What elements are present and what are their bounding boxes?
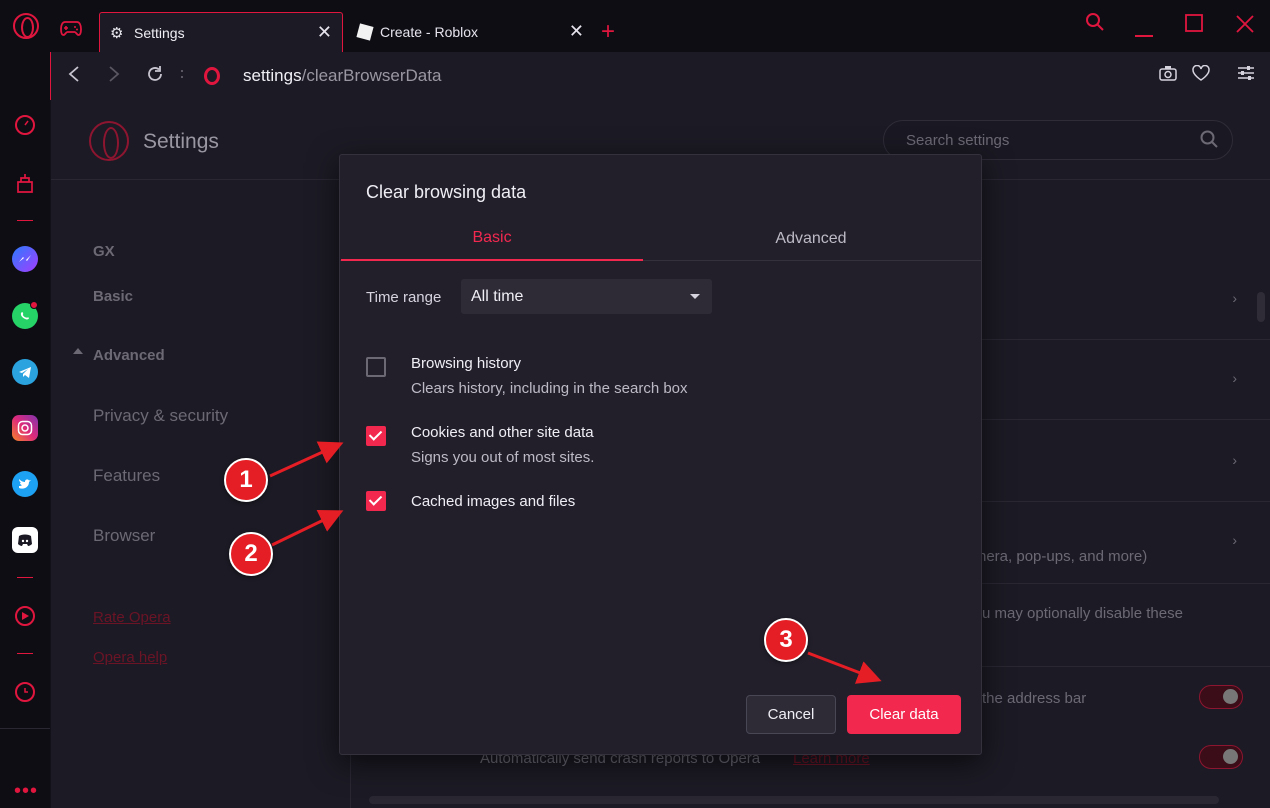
cookies-checkbox[interactable] (366, 426, 386, 446)
speed-dial-icon[interactable] (15, 115, 35, 135)
instagram-icon[interactable] (12, 415, 38, 441)
option-subtitle: Signs you out of most sites. (411, 449, 595, 466)
time-range-select[interactable]: All time (461, 279, 712, 314)
telegram-icon[interactable] (12, 359, 38, 385)
horizontal-scrollbar[interactable] (369, 796, 1219, 804)
clear-data-button[interactable]: Clear data (847, 695, 961, 734)
player-icon[interactable] (15, 606, 35, 626)
gx-corner-icon[interactable] (12, 170, 38, 196)
opera-url-icon (204, 67, 220, 85)
heart-icon[interactable] (1192, 64, 1210, 86)
back-icon[interactable] (67, 64, 81, 90)
search-input[interactable] (906, 132, 1186, 149)
option-title: Cookies and other site data (411, 424, 594, 441)
nav-gx[interactable]: GX (93, 243, 115, 260)
cached-images-checkbox[interactable] (366, 491, 386, 511)
search-icon (1200, 130, 1218, 153)
reload-icon[interactable] (145, 64, 165, 90)
page-title: Settings (143, 130, 219, 153)
toggle-switch[interactable] (1199, 745, 1243, 769)
scrollbar[interactable] (1257, 292, 1265, 322)
clear-browsing-data-dialog: Clear browsing data Basic Advanced Time … (339, 154, 982, 755)
time-range-value: All time (471, 288, 524, 305)
camera-icon[interactable] (1159, 65, 1177, 86)
minimize-icon[interactable] (1135, 22, 1155, 45)
settings-row-description: u may optionally disable these (982, 605, 1183, 622)
opera-help-link[interactable]: Opera help (93, 649, 167, 666)
tab-roblox[interactable]: Create - Roblox ✕ (348, 12, 594, 52)
close-window-icon[interactable] (1235, 14, 1255, 40)
more-icon[interactable]: ••• (14, 780, 38, 803)
gear-icon: ⚙ (110, 24, 124, 42)
notification-dot (30, 301, 38, 309)
option-title: Browsing history (411, 355, 522, 372)
close-icon[interactable]: ✕ (569, 21, 584, 42)
discord-icon[interactable] (12, 527, 38, 553)
opera-logo-icon (89, 121, 129, 161)
tab-strip: ⚙ Settings ✕ Create - Roblox ✕ + (0, 0, 1270, 52)
tab-advanced[interactable]: Advanced (660, 217, 962, 261)
tab-label: Settings (134, 24, 185, 41)
nav-advanced[interactable]: Advanced (93, 347, 165, 364)
dropdown-arrow-icon (690, 294, 700, 299)
browser-window: ⚙ Settings ✕ Create - Roblox ✕ + setting… (0, 0, 1270, 808)
gamepad-icon[interactable] (60, 20, 88, 42)
settings-nav: GX Basic Advanced Privacy & security Fea… (51, 181, 351, 808)
step-badge-2: 2 (229, 532, 273, 576)
step-badge-3: 3 (764, 618, 808, 662)
step-badge-1: 1 (224, 458, 268, 502)
roblox-icon (356, 23, 374, 41)
easy-setup-icon[interactable] (1237, 65, 1255, 86)
tab-settings[interactable]: ⚙ Settings ✕ (99, 12, 343, 52)
rate-opera-link[interactable]: Rate Opera (93, 609, 171, 626)
cancel-button[interactable]: Cancel (746, 695, 836, 734)
nav-privacy-security[interactable]: Privacy & security (93, 406, 228, 426)
opera-logo-icon[interactable] (13, 13, 39, 39)
close-icon[interactable]: ✕ (317, 22, 332, 43)
time-range-label: Time range (366, 289, 442, 306)
search-icon[interactable] (1085, 12, 1105, 38)
chevron-up-icon (73, 348, 83, 354)
twitter-icon[interactable] (12, 471, 38, 497)
browsing-history-checkbox[interactable] (366, 357, 386, 377)
dialog-title: Clear browsing data (366, 182, 527, 202)
option-title: Cached images and files (411, 493, 576, 510)
tab-label: Create - Roblox (380, 24, 479, 40)
dialog-tabs: Basic Advanced (340, 217, 981, 261)
option-subtitle: Clears history, including in the search … (411, 380, 688, 397)
toggle-switch[interactable] (1199, 685, 1243, 709)
messenger-icon[interactable] (12, 246, 38, 272)
nav-browser[interactable]: Browser (93, 526, 155, 546)
url-field[interactable]: settings/clearBrowserData (243, 66, 441, 86)
tab-basic[interactable]: Basic (341, 217, 643, 261)
forward-icon[interactable] (107, 64, 121, 90)
settings-row-label: the address bar (982, 690, 1087, 707)
address-bar: settings/clearBrowserData (50, 52, 1270, 100)
settings-row-description: nera, pop-ups, and more) (978, 548, 1148, 565)
nav-basic[interactable]: Basic (93, 288, 133, 305)
maximize-icon[interactable] (1185, 14, 1205, 40)
nav-features[interactable]: Features (93, 466, 160, 486)
sidebar: ••• (0, 52, 50, 808)
plus-icon[interactable]: + (601, 18, 615, 46)
history-icon[interactable] (15, 682, 35, 702)
